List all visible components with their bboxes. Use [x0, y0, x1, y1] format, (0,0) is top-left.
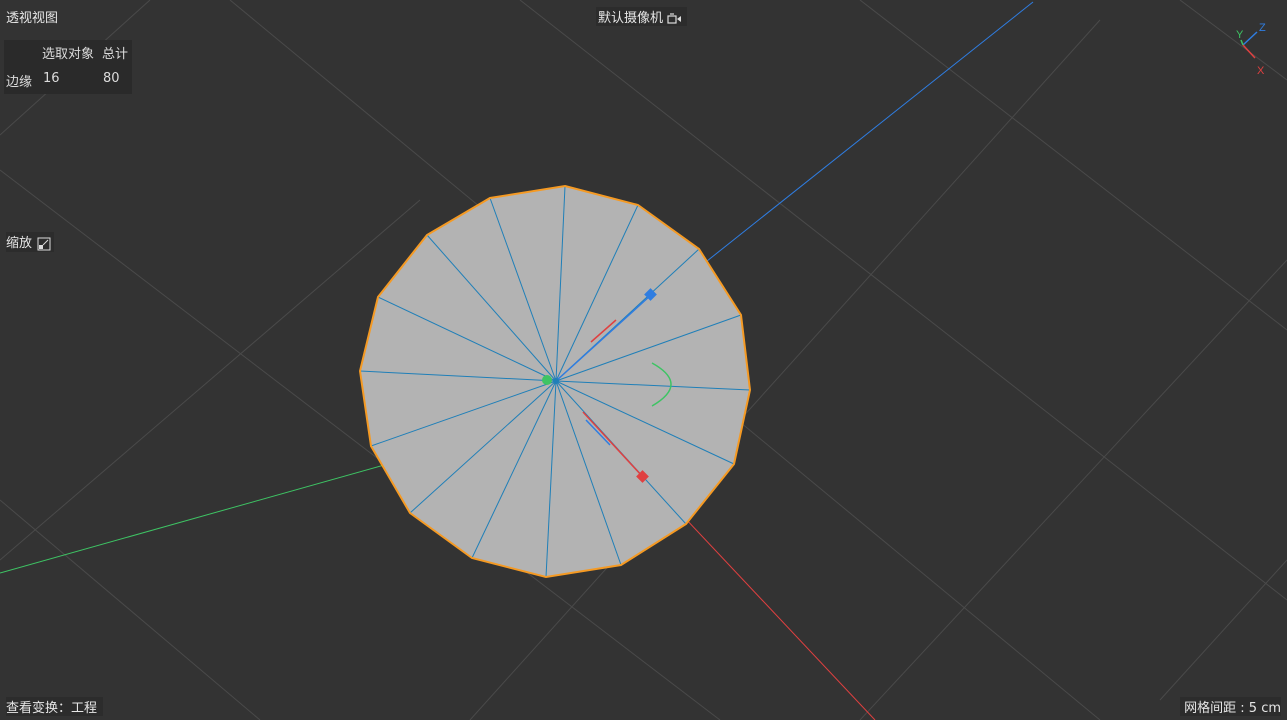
3d-scene[interactable] [0, 0, 1287, 720]
zoom-label: 缩放 [6, 236, 33, 251]
stats-header-total: 总计 [102, 47, 129, 62]
stats-total-value: 80 [103, 71, 120, 86]
view-transform-status[interactable]: 查看变换：工程 [6, 697, 104, 716]
gizmo-z-label: Z [1259, 22, 1266, 34]
gizmo-x-label: X [1257, 65, 1265, 77]
pivot-point [553, 378, 559, 384]
gizmo-center-dot[interactable] [542, 375, 552, 385]
perspective-viewport[interactable]: 透视视图 默认摄像机 选取对象 总计 边缘 16 80 缩放 查看变换：工程 网… [0, 0, 1287, 720]
camera-name-label: 默认摄像机 [598, 11, 664, 26]
camera-selector[interactable]: 默认摄像机 [596, 7, 688, 26]
gizmo-y-label: Y [1236, 29, 1244, 41]
selection-stats-panel: 选取对象 总计 边缘 16 80 [4, 40, 132, 94]
stats-header-selected: 选取对象 [42, 47, 95, 62]
view-title[interactable]: 透视视图 [6, 7, 58, 26]
grid-spacing-status: 网格间距 : 5 cm [1180, 697, 1281, 716]
stats-selected-value: 16 [43, 71, 60, 86]
zoom-control[interactable]: 缩放 [6, 232, 55, 252]
stats-row-label: 边缘 [6, 75, 33, 90]
camera-icon[interactable] [667, 12, 683, 25]
zoom-icon[interactable] [36, 236, 52, 252]
orientation-axis-gizmo: Y Z X [1236, 22, 1266, 77]
